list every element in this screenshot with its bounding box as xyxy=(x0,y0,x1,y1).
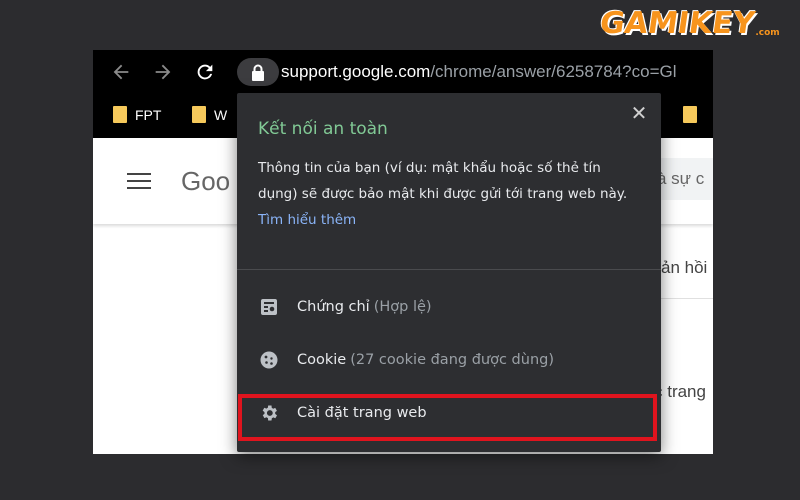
back-arrow-icon xyxy=(113,64,129,80)
menu-item-label: Cookie xyxy=(297,352,347,368)
bookmark-w[interactable]: W xyxy=(192,106,227,123)
url-host: support.google.com xyxy=(281,62,431,81)
certificate-icon xyxy=(257,295,281,319)
menu-icon[interactable] xyxy=(127,173,151,189)
folder-icon xyxy=(683,106,697,123)
google-logo[interactable]: Goo xyxy=(181,166,230,197)
menu-item-label: Chứng chỉ xyxy=(297,299,370,315)
page-text-fragment: ản hồi xyxy=(661,258,708,277)
forward-button[interactable] xyxy=(149,58,177,86)
folder-icon xyxy=(113,106,127,123)
menu-item-certificate[interactable]: Chứng chỉ (Hợp lệ) xyxy=(237,284,661,330)
learn-more-link[interactable]: Tìm hiểu thêm xyxy=(258,212,356,228)
cookie-icon xyxy=(257,348,281,372)
bookmark-label: W xyxy=(214,106,228,123)
site-info-button[interactable] xyxy=(237,58,279,86)
divider xyxy=(661,298,713,299)
bookmark-folder[interactable] xyxy=(683,106,697,123)
menu-item-cookie[interactable]: Cookie (27 cookie đang được dùng) xyxy=(237,337,661,383)
reload-icon xyxy=(197,64,213,80)
close-button[interactable]: ✕ xyxy=(627,101,651,125)
folder-icon xyxy=(192,106,206,123)
popup-description: Thông tin của bạn (ví dụ: mật khẩu hoặc … xyxy=(258,155,643,233)
reload-button[interactable] xyxy=(191,58,219,86)
gear-icon xyxy=(257,401,281,425)
url-path: /chrome/answer/6258784?co=Gl xyxy=(430,62,677,81)
logo-suffix: .com xyxy=(755,28,780,38)
address-bar[interactable]: support.google.com/chrome/answer/6258784… xyxy=(281,60,677,84)
back-button[interactable] xyxy=(107,58,135,86)
bookmark-fpt[interactable]: FPT xyxy=(113,106,161,123)
menu-item-detail: (27 cookie đang được dùng) xyxy=(350,352,554,368)
menu-item-detail: (Hợp lệ) xyxy=(373,299,432,315)
description-text: Thông tin của bạn (ví dụ: mật khẩu hoặc … xyxy=(258,160,628,202)
lock-icon xyxy=(252,64,264,81)
browser-toolbar: support.google.com/chrome/answer/6258784… xyxy=(93,50,713,94)
logo-text: GAMIKEY xyxy=(597,6,757,41)
popup-divider xyxy=(237,269,661,270)
forward-arrow-icon xyxy=(155,64,171,80)
bookmark-label: FPT xyxy=(135,106,162,123)
popup-title: Kết nối an toàn xyxy=(258,119,388,139)
menu-item-label: Cài đặt trang web xyxy=(297,405,427,421)
menu-item-site-settings[interactable]: Cài đặt trang web xyxy=(237,390,661,436)
site-info-popup: Kết nối an toàn ✕ Thông tin của bạn (ví … xyxy=(237,93,661,452)
page-text-fragment: c trang xyxy=(654,382,706,401)
gamikey-logo: GAMIKEY .com xyxy=(597,4,796,44)
